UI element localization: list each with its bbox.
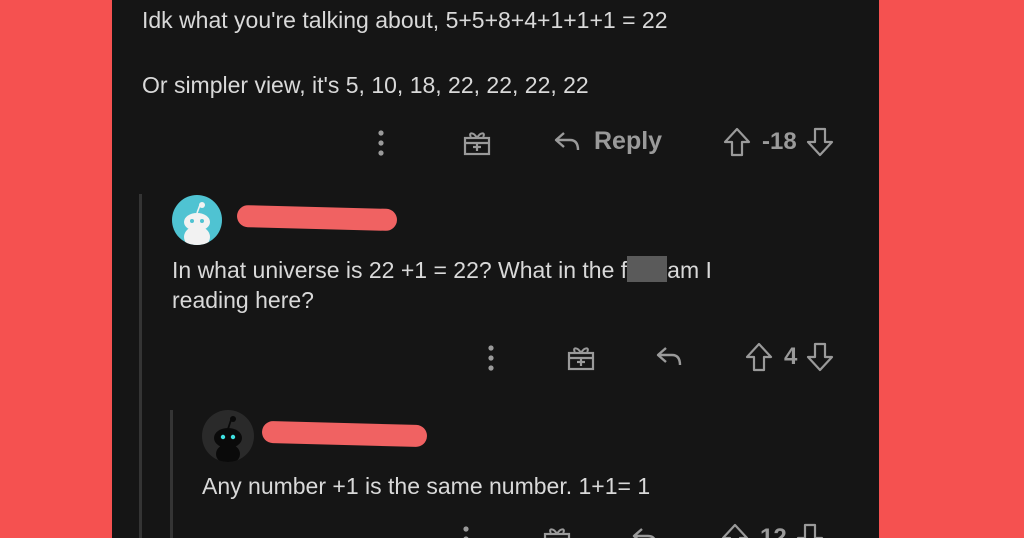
gift-icon (543, 528, 571, 538)
upvote-button[interactable] (720, 522, 750, 538)
more-options-button[interactable] (376, 128, 386, 158)
downvote-button[interactable] (795, 522, 825, 538)
reply-icon (656, 347, 682, 366)
reply-button[interactable] (654, 341, 684, 371)
reply-icon (554, 132, 580, 151)
vote-controls: -18 (722, 126, 835, 158)
award-button[interactable] (542, 524, 572, 538)
upvote-button[interactable] (722, 126, 752, 158)
thread-line[interactable] (139, 194, 142, 538)
thread-line[interactable] (170, 410, 173, 538)
snoo-avatar-icon (214, 416, 242, 462)
more-icon (463, 526, 469, 538)
comment-2-text-a: In what universe is 22 +1 = 22? What in … (172, 257, 628, 283)
upvote-icon (721, 523, 749, 538)
downvote-button[interactable] (805, 341, 835, 373)
upvote-icon (745, 342, 773, 372)
comment-2-text-b: am I (667, 257, 712, 283)
award-button[interactable] (462, 128, 492, 158)
vote-score: 4 (784, 343, 798, 370)
username-redaction (236, 204, 398, 232)
reply-label: Reply (594, 126, 663, 155)
upvote-icon (723, 127, 751, 157)
comment-1-line-2: Or simpler view, it's 5, 10, 18, 22, 22,… (142, 72, 589, 98)
reply-button[interactable] (630, 522, 660, 538)
gift-icon (567, 347, 595, 371)
more-icon (488, 345, 494, 371)
gift-icon (463, 132, 491, 156)
reply-icon (632, 528, 656, 538)
avatar[interactable] (172, 195, 222, 245)
censor-block (627, 256, 668, 282)
comment-1-line-1: Idk what you're talking about, 5+5+8+4+1… (142, 7, 668, 33)
vote-score: -18 (762, 128, 797, 155)
snoo-avatar-icon (184, 202, 210, 245)
vote-score: 12 (760, 524, 787, 538)
downvote-button[interactable] (805, 126, 835, 158)
comment-2-line-2: reading here? (172, 287, 314, 313)
avatar[interactable] (202, 410, 254, 462)
username-redaction (261, 420, 428, 448)
more-options-button[interactable] (486, 343, 496, 373)
reply-button[interactable]: Reply (552, 126, 662, 156)
downvote-icon (796, 523, 823, 538)
comment-thread-panel: Idk what you're talking about, 5+5+8+4+1… (112, 0, 879, 538)
comment-2-line-1: In what universe is 22 +1 = 22? What in … (172, 255, 712, 285)
downvote-icon (806, 127, 833, 157)
vote-controls: 4 (744, 341, 835, 373)
more-icon (378, 130, 384, 156)
comment-3-line-1: Any number +1 is the same number. 1+1= 1 (202, 473, 651, 499)
downvote-icon (807, 342, 834, 372)
award-button[interactable] (566, 343, 596, 373)
upvote-button[interactable] (744, 341, 774, 373)
vote-controls: 12 (720, 522, 825, 538)
more-options-button[interactable] (461, 524, 471, 538)
